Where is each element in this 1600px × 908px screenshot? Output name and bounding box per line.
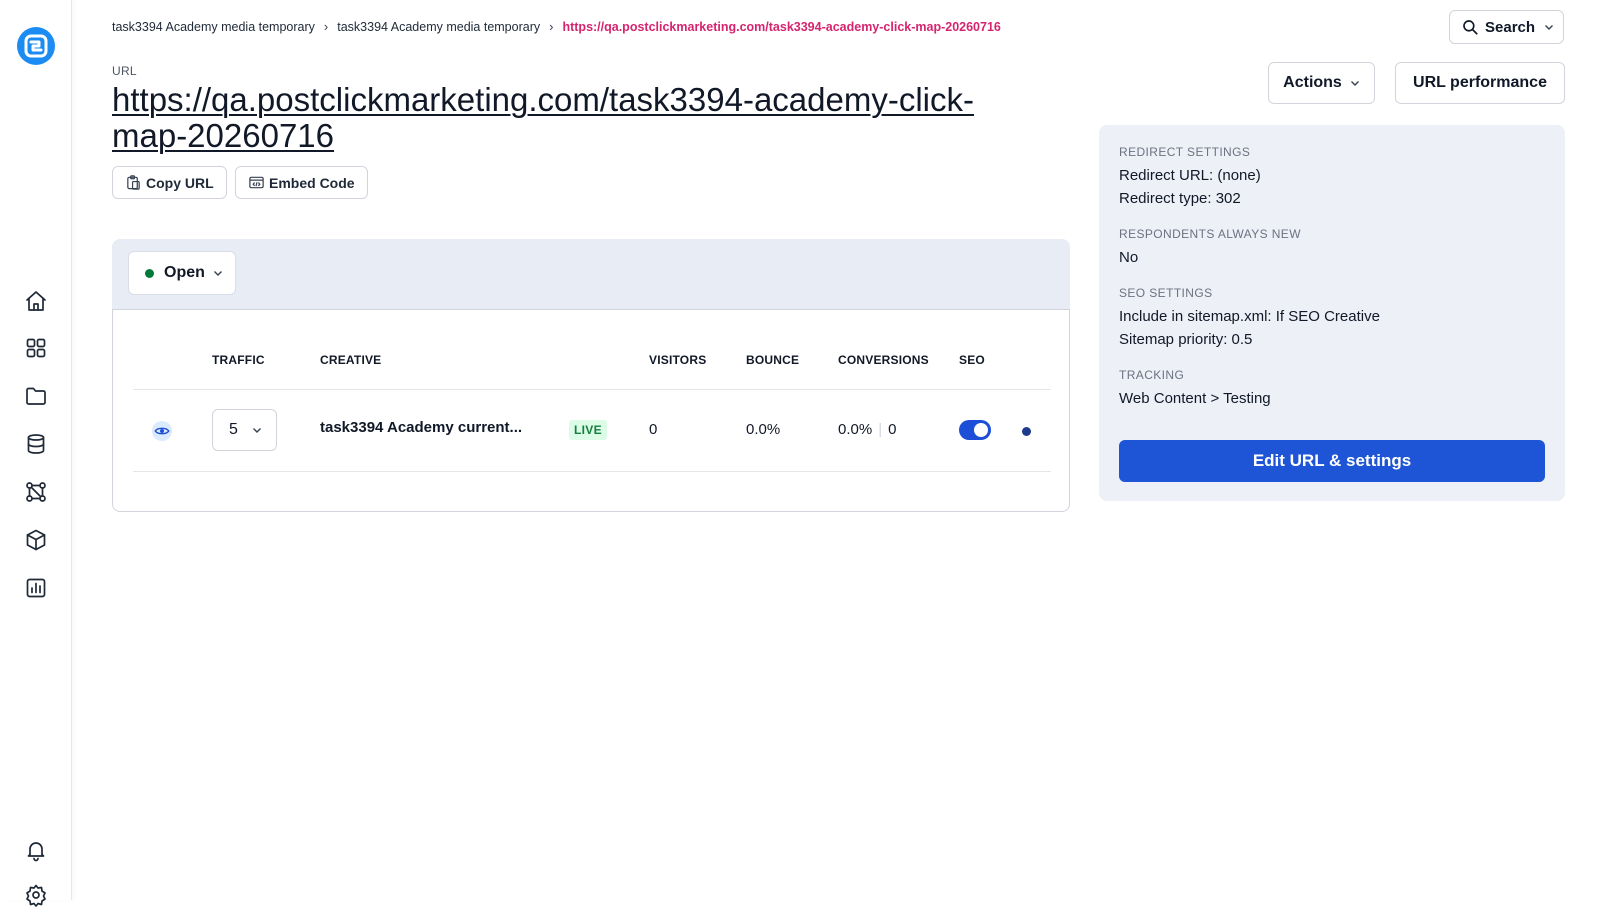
seo-priority-value: Sitemap priority: 0.5: [1119, 331, 1253, 348]
divider: |: [878, 421, 883, 438]
chart-icon[interactable]: [23, 575, 49, 601]
seo-sitemap-value: Include in sitemap.xml: If SEO Creative: [1119, 308, 1380, 325]
home-icon[interactable]: [23, 288, 49, 314]
status-dropdown[interactable]: Open: [128, 251, 236, 295]
breadcrumb-item[interactable]: task3394 Academy media temporary: [337, 20, 540, 34]
search-label: Search: [1485, 18, 1536, 36]
clipboard-icon: [127, 175, 140, 190]
column-header-traffic: TRAFFIC: [212, 353, 265, 367]
conversions-cell: 0.0% | 0: [838, 421, 896, 438]
conversions-count-value: 0: [888, 421, 897, 438]
chevron-right-icon: ›: [323, 19, 329, 34]
tracking-title: TRACKING: [1119, 368, 1185, 382]
respondents-value: No: [1119, 249, 1139, 266]
tracking-value: Web Content > Testing: [1119, 390, 1271, 407]
toggle-knob: [974, 423, 988, 437]
settings-icon[interactable]: [23, 882, 49, 908]
edit-url-settings-button[interactable]: Edit URL & settings: [1119, 440, 1545, 482]
actions-dropdown-button[interactable]: Actions: [1268, 62, 1375, 104]
column-header-creative: CREATIVE: [320, 353, 382, 367]
search-icon: [1463, 20, 1478, 35]
chevron-down-icon: [213, 271, 222, 276]
traffic-value: 5: [229, 421, 238, 438]
status-label: Open: [164, 264, 205, 281]
embed-code-button[interactable]: Embed Code: [235, 166, 368, 199]
cube-icon[interactable]: [23, 527, 49, 553]
status-bar: Open: [112, 239, 1070, 309]
copy-url-label: Copy URL: [146, 174, 214, 191]
column-header-bounce: BOUNCE: [746, 353, 800, 367]
creatives-table: TRAFFIC CREATIVE VISITORS BOUNCE CONVERS…: [112, 309, 1070, 512]
chevron-down-icon: [1545, 25, 1554, 30]
table-divider: [133, 389, 1051, 390]
breadcrumb-item[interactable]: task3394 Academy media temporary: [112, 20, 315, 34]
creative-name-link[interactable]: task3394 Academy current...: [320, 419, 522, 436]
live-badge: LIVE: [569, 420, 607, 440]
embed-code-label: Embed Code: [269, 174, 355, 191]
column-header-visitors: VISITORS: [649, 353, 707, 367]
redirect-settings-title: REDIRECT SETTINGS: [1119, 145, 1251, 159]
folder-icon[interactable]: [23, 383, 49, 409]
settings-panel: REDIRECT SETTINGS Redirect URL: (none) R…: [1099, 125, 1565, 501]
status-dot-icon: [145, 268, 154, 278]
breadcrumb-current: https://qa.postclickmarketing.com/task33…: [562, 19, 1001, 34]
bounce-value: 0.0%: [746, 421, 781, 438]
respondents-title: RESPONDENTS ALWAYS NEW: [1119, 227, 1301, 241]
actions-label: Actions: [1283, 74, 1342, 91]
visitors-value: 0: [649, 421, 658, 438]
workflow-icon[interactable]: [23, 479, 49, 505]
conversion-rate-value: 0.0%: [838, 421, 873, 438]
code-icon: [249, 176, 264, 189]
database-icon[interactable]: [23, 431, 49, 457]
table-divider: [133, 471, 1051, 472]
traffic-select[interactable]: 5: [212, 409, 277, 451]
breadcrumb: task3394 Academy media temporary › task3…: [112, 19, 1001, 34]
url-label: URL: [112, 64, 137, 78]
grid-icon[interactable]: [23, 335, 49, 361]
chevron-down-icon: [1350, 81, 1359, 86]
status-indicator-dot: [1022, 427, 1031, 436]
preview-eye-icon[interactable]: [152, 421, 172, 441]
chevron-right-icon: ›: [549, 19, 554, 34]
url-performance-button[interactable]: URL performance: [1395, 62, 1565, 104]
chevron-down-icon: [252, 428, 261, 433]
sidebar: [0, 0, 72, 907]
app-logo-icon[interactable]: [16, 26, 56, 66]
page-title-url-link[interactable]: https://qa.postclickmarketing.com/task33…: [112, 82, 992, 154]
search-button[interactable]: Search: [1449, 10, 1564, 44]
column-header-conversions: CONVERSIONS: [838, 353, 929, 367]
seo-settings-title: SEO SETTINGS: [1119, 286, 1213, 300]
copy-url-button[interactable]: Copy URL: [112, 166, 227, 199]
bell-icon[interactable]: [23, 837, 49, 863]
redirect-type-value: Redirect type: 302: [1119, 190, 1241, 207]
column-header-seo: SEO: [959, 353, 985, 367]
seo-toggle[interactable]: [959, 420, 991, 440]
redirect-url-value: Redirect URL: (none): [1119, 167, 1261, 184]
